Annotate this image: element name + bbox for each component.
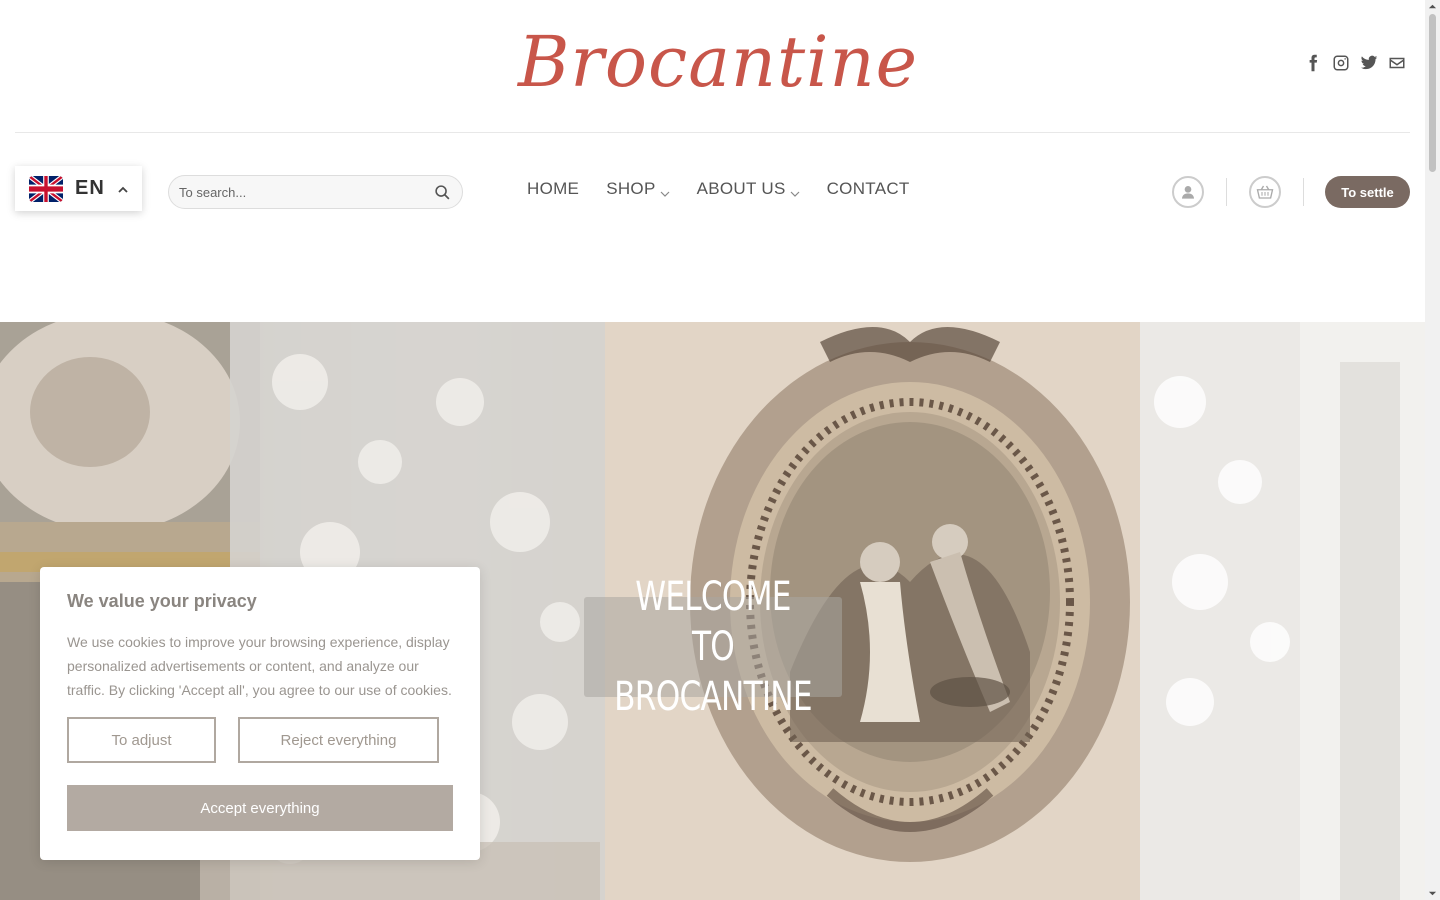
chevron-down-icon <box>790 184 800 197</box>
accept-all-button[interactable]: Accept everything <box>67 785 453 831</box>
header-divider <box>15 132 1410 133</box>
account-button[interactable] <box>1172 176 1204 208</box>
cart-button[interactable] <box>1249 176 1281 208</box>
cookie-body: We use cookies to improve your browsing … <box>67 634 452 698</box>
welcome-banner: WELCOME TO BROCANTINE <box>584 574 842 720</box>
user-icon <box>1182 186 1194 199</box>
search-bar <box>168 175 463 209</box>
instagram-icon[interactable] <box>1332 53 1350 73</box>
page-scrollbar[interactable] <box>1425 0 1440 900</box>
cookie-title: We value your privacy <box>67 591 257 611</box>
reject-all-button[interactable]: Reject everything <box>238 717 439 763</box>
facebook-icon[interactable] <box>1304 53 1322 73</box>
nav-home[interactable]: HOME <box>527 179 579 199</box>
scroll-down-icon[interactable] <box>1428 889 1437 898</box>
scroll-up-icon[interactable] <box>1428 2 1437 11</box>
site-logo[interactable]: Brocantine <box>518 21 917 103</box>
cookie-button-row: To adjust Reject everything <box>67 717 453 763</box>
nav-about-us[interactable]: ABOUT US <box>697 179 800 199</box>
cookie-consent-dialog: We value your privacy We use cookies to … <box>40 567 480 860</box>
nav-about-us-label: ABOUT US <box>696 179 786 198</box>
main-nav: HOME SHOP ABOUT US CONTACT <box>527 179 910 199</box>
search-icon[interactable] <box>432 182 452 202</box>
language-switcher[interactable]: EN <box>15 166 142 211</box>
nav-home-label: HOME <box>527 179 580 198</box>
separator <box>1303 178 1304 206</box>
nav-contact[interactable]: CONTACT <box>827 179 910 199</box>
social-links <box>1304 53 1406 73</box>
basket-icon <box>1256 185 1274 199</box>
uk-flag-icon <box>29 175 63 202</box>
chevron-down-icon <box>660 184 670 197</box>
welcome-text: WELCOME TO BROCANTINE <box>614 574 812 720</box>
scrollbar-thumb[interactable] <box>1429 14 1436 172</box>
checkout-button[interactable]: To settle <box>1325 176 1410 208</box>
separator <box>1226 178 1227 206</box>
language-code: EN <box>75 177 105 199</box>
nav-shop-label: SHOP <box>606 179 656 198</box>
nav-shop[interactable]: SHOP <box>606 179 670 199</box>
search-input[interactable] <box>179 184 432 200</box>
adjust-button[interactable]: To adjust <box>67 717 216 763</box>
chevron-up-icon <box>117 183 129 195</box>
twitter-icon[interactable] <box>1360 53 1378 73</box>
nav-contact-label: CONTACT <box>826 179 910 198</box>
email-icon[interactable] <box>1388 53 1406 73</box>
